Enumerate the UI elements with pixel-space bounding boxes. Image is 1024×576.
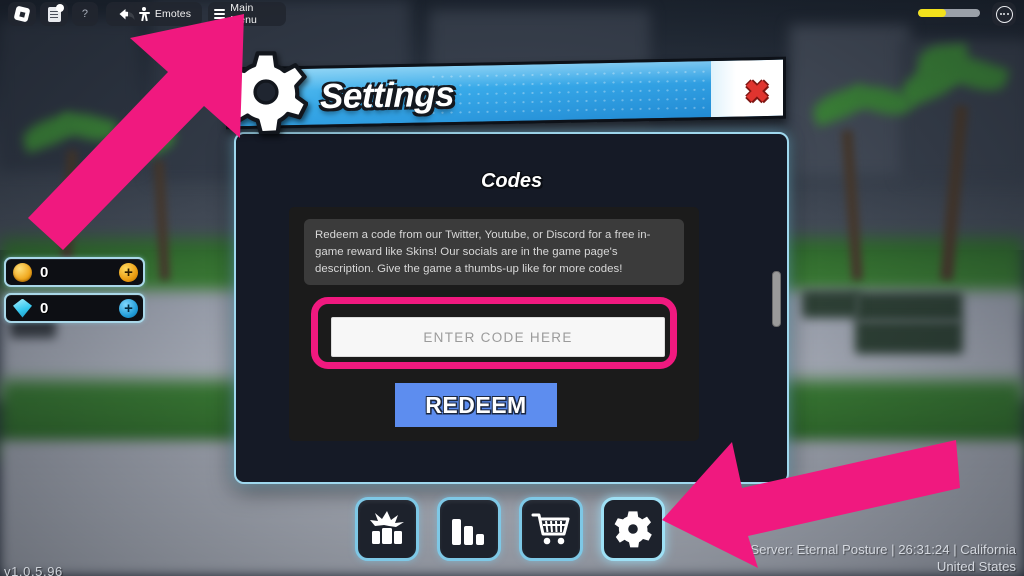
code-input-field[interactable]: ENTER CODE HERE [331,317,665,357]
scrollbar-thumb[interactable] [772,271,781,327]
currency-bar-gems[interactable]: 0 + [4,293,145,323]
nav-button-shop[interactable] [519,497,583,561]
code-input-placeholder: ENTER CODE HERE [423,329,573,345]
panel-scrollbar[interactable] [772,209,781,439]
gems-value: 0 [40,299,49,317]
pink-arrow-pointing-to-main-menu [28,14,244,250]
close-button[interactable]: ✖ [740,76,774,110]
codes-description-text: Redeem a code from our Twitter, Youtube,… [315,229,651,275]
shopping-cart-icon [531,513,570,545]
settings-panel: Codes Redeem a code from our Twitter, Yo… [234,132,789,484]
bottom-navigation-bar [355,497,675,569]
redeem-button-label: REDEEM [425,391,527,418]
page-title: Settings [320,74,455,117]
nav-button-stats[interactable] [437,497,501,561]
add-gems-button[interactable]: + [119,298,138,318]
gear-icon [614,511,652,548]
redeem-button[interactable]: REDEEM [395,383,557,427]
pink-arrow-pointing-to-settings-button [662,440,960,568]
nav-button-settings[interactable] [601,497,665,561]
settings-panel-header: Settings ✖ [216,50,792,136]
more-options-button[interactable] [992,2,1016,26]
bar-chart-stats-icon [452,519,484,545]
game-version-label: v1.0.5.96 [4,564,63,576]
health-bar [918,9,980,17]
header-banner [226,56,786,130]
character-avatar-icon [370,511,404,544]
code-input-highlight: ENTER CODE HERE [311,297,677,369]
nav-button-character[interactable] [355,497,419,561]
more-options-icon [995,5,1013,23]
cyan-gem-icon [13,298,32,318]
health-bar-fill [918,9,946,17]
section-title-codes: Codes [480,170,543,192]
codes-description-box: Redeem a code from our Twitter, Youtube,… [304,219,684,285]
banner-dot-pattern [429,66,759,119]
codes-container: Redeem a code from our Twitter, Youtube,… [289,207,699,441]
